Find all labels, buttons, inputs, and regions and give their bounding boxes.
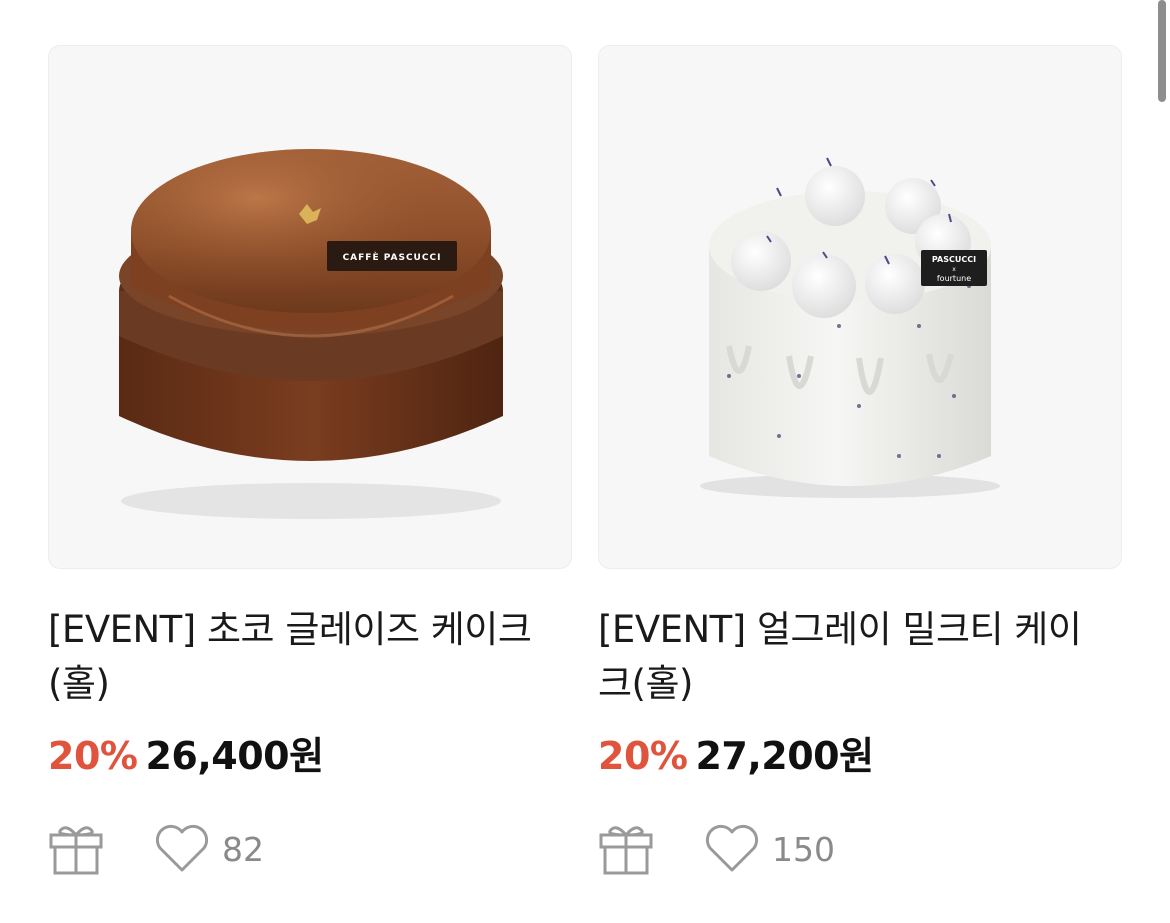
product-title[interactable]: [EVENT] 초코 글레이즈 케이크(홀) — [48, 603, 558, 711]
discount-rate: 20% — [48, 734, 138, 778]
plaque-label: CAFFÈ PASCUCCI — [343, 251, 442, 263]
plaque-label: PASCUCCI — [932, 255, 976, 264]
discount-rate: 20% — [598, 734, 688, 778]
gift-button[interactable] — [598, 821, 654, 877]
heart-icon — [155, 824, 209, 872]
plaque-label-x: x — [952, 266, 956, 273]
like-count: 150 — [772, 829, 835, 869]
earl-grey-milk-tea-cake-image: PASCUCCI x fourtune — [700, 157, 1000, 498]
product-card[interactable]: PASCUCCI x fourtune [EVENT] 얼그레이 밀크티 케이크… — [598, 45, 1122, 879]
like-count: 82 — [222, 829, 264, 869]
product-image[interactable]: PASCUCCI x fourtune — [598, 45, 1122, 569]
price-row: 20% 26,400원 — [48, 725, 572, 778]
like-button[interactable]: 150 — [704, 824, 835, 874]
plaque-label-brand: fourtune — [937, 274, 971, 283]
product-card[interactable]: CAFFÈ PASCUCCI [EVENT] 초코 글레이즈 케이크(홀) 20… — [48, 45, 572, 879]
product-image[interactable]: CAFFÈ PASCUCCI — [48, 45, 572, 569]
price-row: 20% 27,200원 — [598, 725, 1122, 778]
like-button[interactable]: 82 — [154, 824, 264, 874]
gift-button[interactable] — [48, 821, 104, 877]
sale-price: 26,400원 — [145, 734, 324, 778]
product-actions: 150 — [598, 819, 1122, 879]
heart-icon — [705, 824, 759, 872]
product-title[interactable]: [EVENT] 얼그레이 밀크티 케이크(홀) — [598, 603, 1108, 711]
product-actions: 82 — [48, 819, 572, 879]
choco-glaze-cake-image: CAFFÈ PASCUCCI — [119, 149, 503, 519]
scrollbar-thumb[interactable] — [1158, 0, 1166, 102]
sale-price: 27,200원 — [695, 734, 874, 778]
gift-icon — [49, 826, 103, 875]
gift-icon — [599, 826, 653, 875]
